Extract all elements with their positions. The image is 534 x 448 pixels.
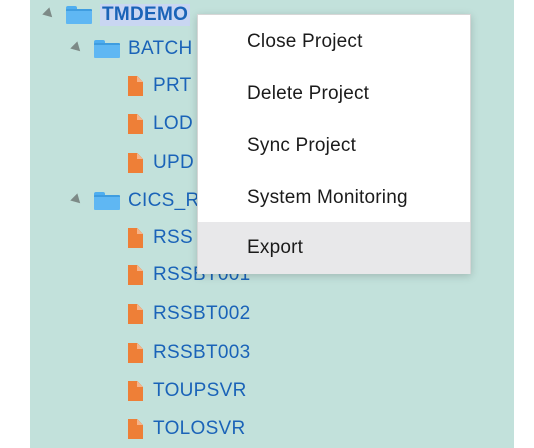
- file-icon: [128, 153, 143, 173]
- tree-node-label: CICS_R: [128, 190, 200, 211]
- project-explorer-screen: TMDEMO BATCH PRT LOD UPD CICS_R RSS RSSB…: [0, 0, 534, 448]
- tree-node-file[interactable]: LOD: [128, 109, 193, 139]
- tree-node-root[interactable]: TMDEMO: [42, 0, 191, 30]
- export-menu-item[interactable]: Export: [198, 222, 470, 274]
- tree-node-label: PRT: [153, 75, 192, 96]
- file-icon: [128, 228, 143, 248]
- tree-node-file[interactable]: RSS: [128, 223, 193, 253]
- right-margin: [514, 0, 534, 448]
- folder-icon: [94, 40, 120, 58]
- file-icon: [128, 381, 143, 401]
- tree-node-folder[interactable]: BATCH: [70, 34, 193, 64]
- file-icon: [128, 343, 143, 363]
- file-icon: [128, 304, 143, 324]
- left-margin: [0, 0, 30, 448]
- folder-icon: [66, 6, 92, 24]
- folder-icon: [94, 192, 120, 210]
- tree-node-file[interactable]: TOLOSVR: [128, 414, 246, 444]
- tree-node-label: TOLOSVR: [153, 418, 246, 439]
- sync-project-menu-item[interactable]: Sync Project: [198, 120, 470, 172]
- tree-node-file[interactable]: TOUPSVR: [128, 376, 247, 406]
- delete-project-menu-item[interactable]: Delete Project: [198, 68, 470, 120]
- tree-node-file[interactable]: UPD: [128, 148, 194, 178]
- tree-node-label: TOUPSVR: [153, 380, 247, 401]
- tree-node-label: LOD: [153, 113, 193, 134]
- tree-node-label: RSSBT002: [153, 303, 251, 324]
- tree-node-label: TMDEMO: [100, 4, 191, 26]
- tree-node-file[interactable]: RSSBT002: [128, 299, 250, 329]
- tree-node-label: RSS: [153, 227, 193, 248]
- tree-node-file[interactable]: RSSBT003: [128, 338, 250, 368]
- tree-node-label: UPD: [153, 152, 195, 173]
- file-icon: [128, 114, 143, 134]
- system-monitoring-menu-item[interactable]: System Monitoring: [198, 172, 470, 224]
- expand-arrow-icon[interactable]: [42, 6, 56, 21]
- expand-arrow-icon[interactable]: [70, 192, 84, 207]
- tree-node-folder[interactable]: CICS_R: [70, 186, 200, 216]
- file-icon: [128, 76, 143, 96]
- expand-arrow-icon[interactable]: [70, 40, 84, 55]
- tree-node-file[interactable]: PRT: [128, 71, 192, 101]
- tree-node-label: RSSBT003: [153, 342, 251, 363]
- file-icon: [128, 265, 143, 285]
- context-menu: Close Project Delete Project Sync Projec…: [197, 14, 471, 274]
- tree-node-label: BATCH: [128, 38, 193, 59]
- file-icon: [128, 419, 143, 439]
- close-project-menu-item[interactable]: Close Project: [198, 16, 470, 68]
